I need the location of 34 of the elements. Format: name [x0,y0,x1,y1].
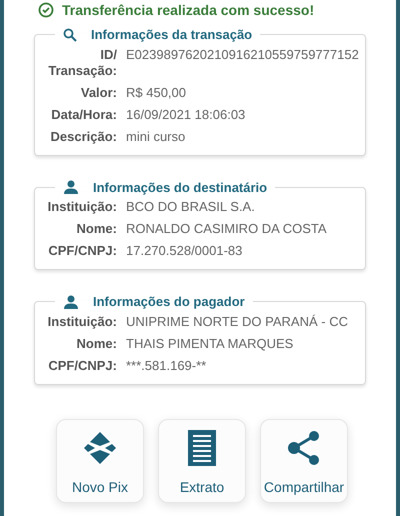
field-value: 17.270.528/0001-83 [126,243,244,259]
section-title: Informações da transação [91,26,252,44]
check-circle-icon [38,2,54,18]
field-label: CPF/CNPJ: [47,243,117,259]
field-value: 16/09/2021 18:06:03 [126,106,246,122]
diamond-logo-icon [83,430,117,464]
search-icon [63,28,77,42]
action-button[interactable]: Novo Pix [56,418,144,502]
field-value: RONALDO CASIMIRO DA COSTA [126,221,328,237]
field-label: ID/ Transação: [47,46,117,78]
field-value: mini curso [126,128,186,144]
field-label: Instituição: [46,199,117,215]
field-label: Nome: [76,336,117,352]
field-value: E0239897620210916210559759777152 [126,46,359,64]
field-value: ***.581.169-** [126,358,208,374]
section-title: Informações do pagador [93,293,245,311]
field-label: Descrição: [50,128,117,144]
field-label: Valor: [80,84,117,100]
field-value: THAIS PIMENTA MARQUES [126,336,294,352]
field-label: CPF/CNPJ: [47,358,117,374]
document-icon [188,430,216,466]
action-button[interactable]: Compartilhar [260,418,348,502]
field-value: UNIPRIME NORTE DO PARANÁ - CC [126,314,349,330]
person-icon [63,180,79,194]
action-button[interactable]: Extrato [158,418,246,502]
field-value: BCO DO BRASIL S.A. [126,199,256,215]
success-message: Transferência realizada com sucesso! [62,3,314,17]
section-title: Informações do destinatário [93,178,268,197]
person-icon [63,294,79,309]
field-label: Nome: [76,221,117,237]
field-label: Instituição: [46,314,117,330]
field-label: Data/Hora: [50,106,117,122]
field-value: R$ 450,00 [126,84,187,100]
share-icon [287,430,321,466]
